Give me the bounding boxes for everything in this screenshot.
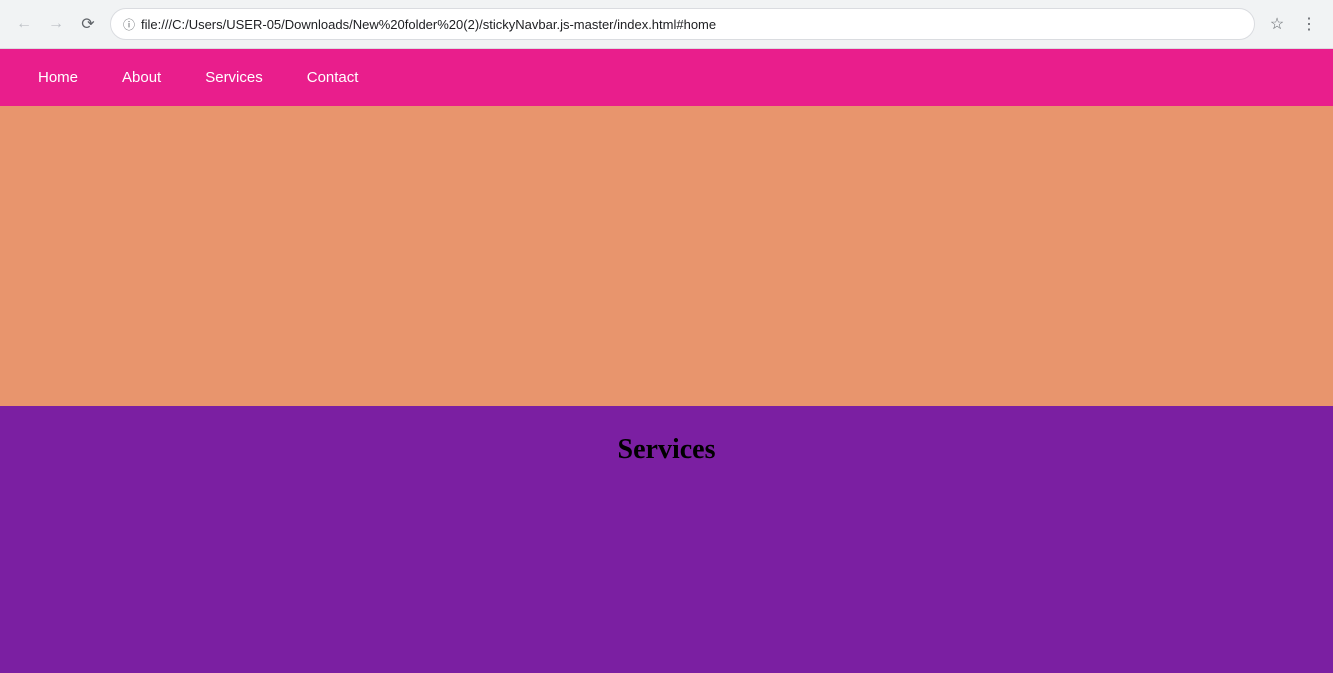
services-heading: Services <box>618 434 716 673</box>
forward-button[interactable]: → <box>42 10 70 38</box>
menu-button[interactable]: ⋮ <box>1295 10 1323 38</box>
page-content[interactable]: Home About Services Contact Services <box>0 49 1333 673</box>
browser-toolbar: ← → ⟳ ⓘ file:///C:/Users/USER-05/Downloa… <box>0 0 1333 48</box>
reload-button[interactable]: ⟳ <box>74 10 102 38</box>
nav-about[interactable]: About <box>100 49 183 106</box>
url-text: file:///C:/Users/USER-05/Downloads/New%2… <box>141 17 1242 32</box>
navbar: Home About Services Contact <box>0 49 1333 106</box>
section-home <box>0 106 1333 406</box>
back-button[interactable]: ← <box>10 10 38 38</box>
browser-actions: ☆ ⋮ <box>1263 10 1323 38</box>
browser-chrome: ← → ⟳ ⓘ file:///C:/Users/USER-05/Downloa… <box>0 0 1333 49</box>
address-bar[interactable]: ⓘ file:///C:/Users/USER-05/Downloads/New… <box>110 8 1255 40</box>
bookmark-button[interactable]: ☆ <box>1263 10 1291 38</box>
nav-contact[interactable]: Contact <box>285 49 381 106</box>
nav-services[interactable]: Services <box>183 49 285 106</box>
nav-home[interactable]: Home <box>16 49 100 106</box>
nav-buttons: ← → ⟳ <box>10 10 102 38</box>
lock-icon: ⓘ <box>123 16 135 33</box>
section-services: Services <box>0 406 1333 673</box>
